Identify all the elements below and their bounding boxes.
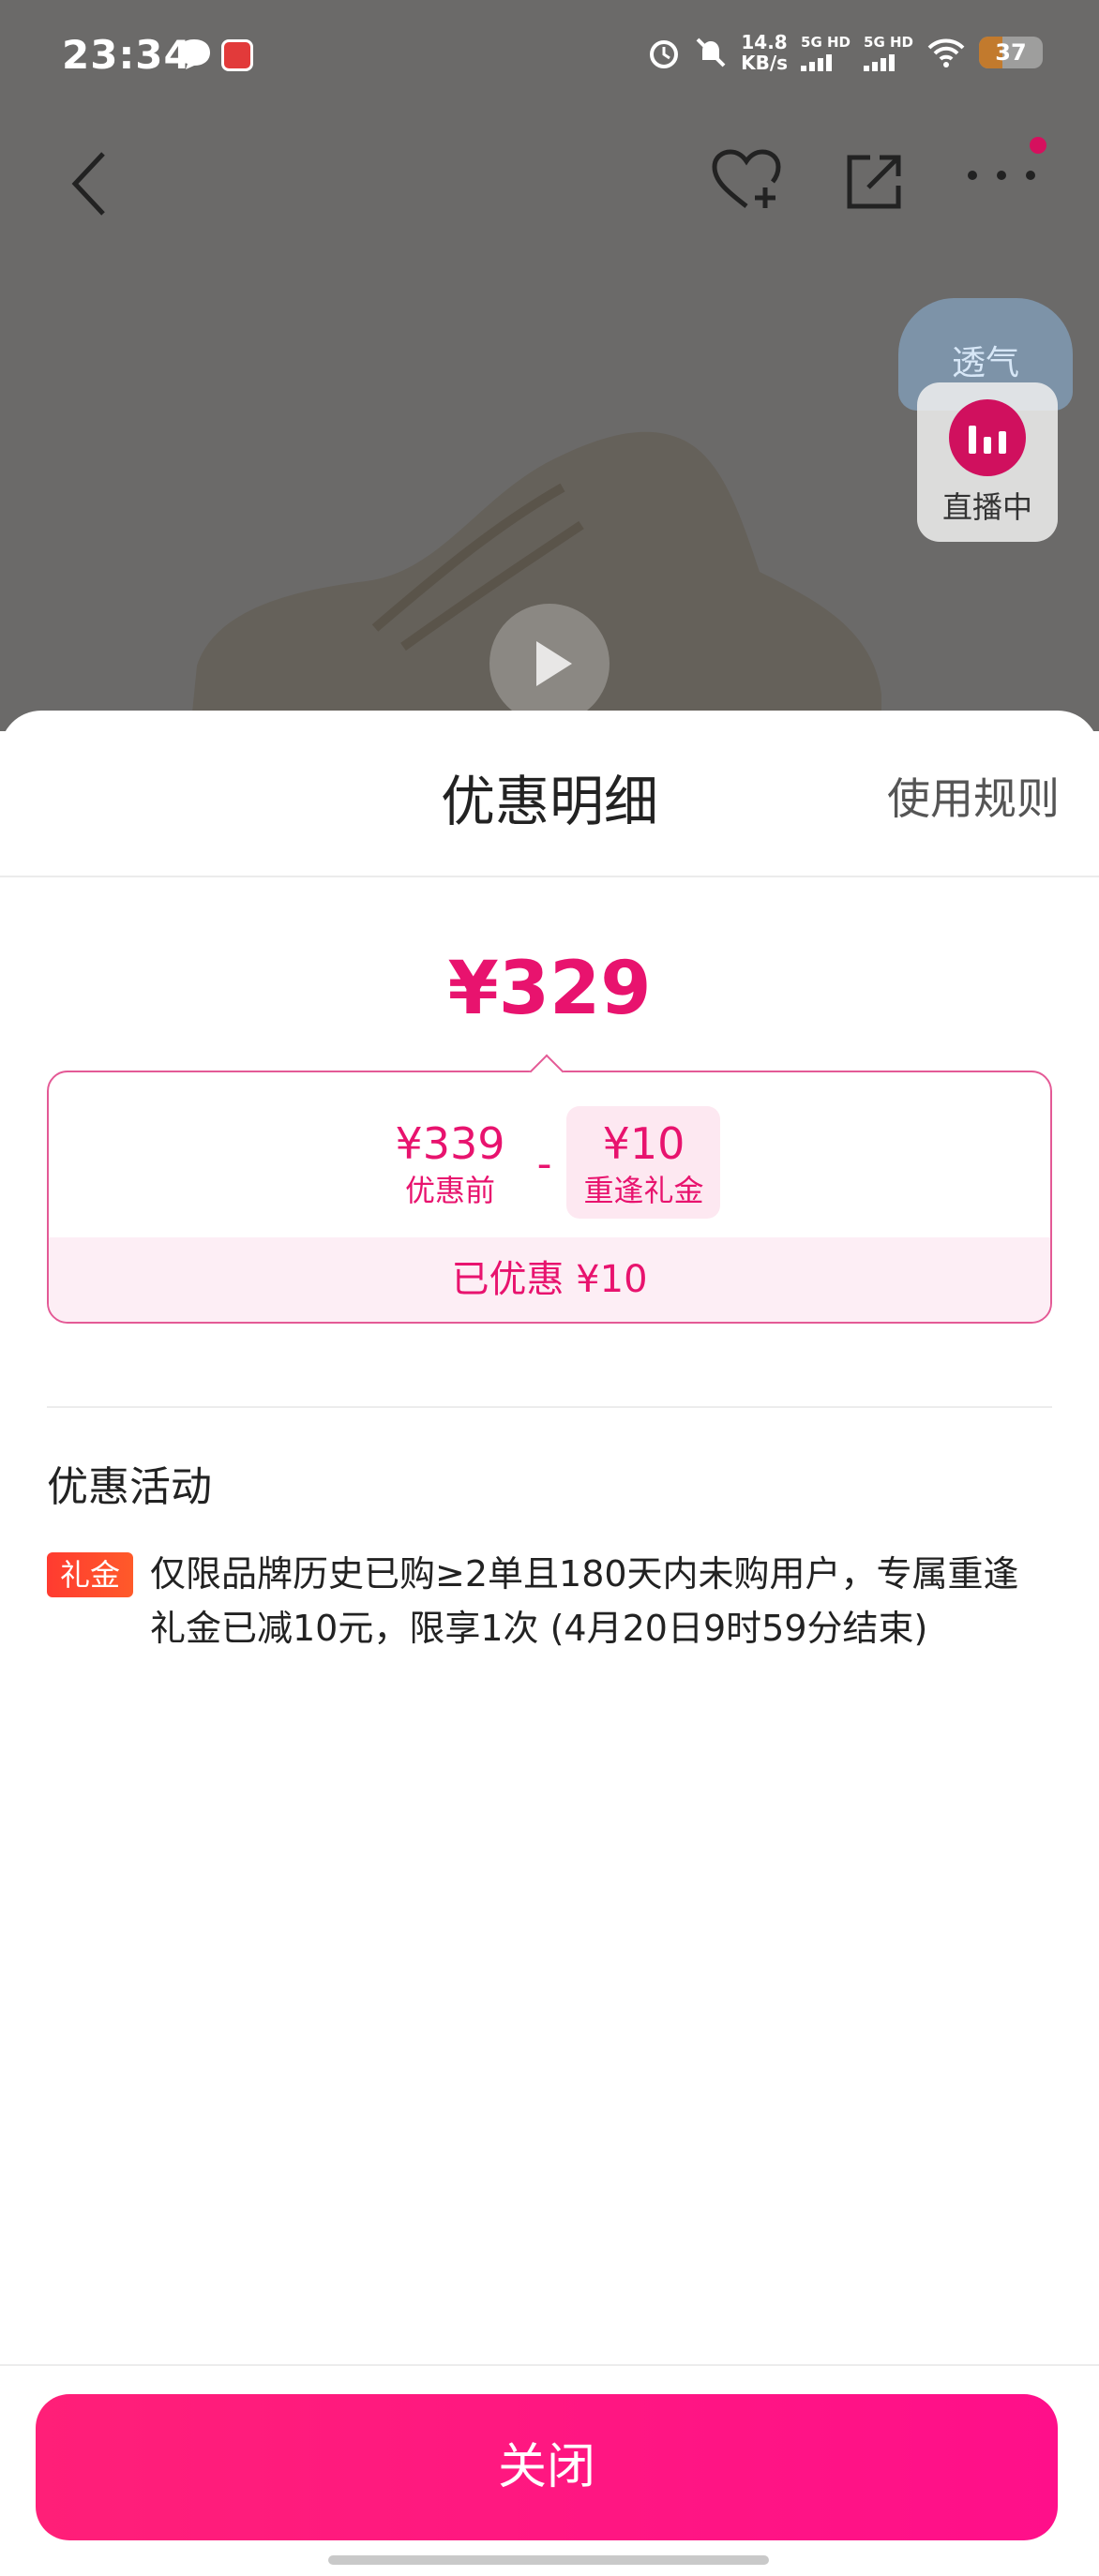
chat-bubble-icon (178, 39, 210, 69)
discount-detail-sheet: 优惠明细 使用规则 ¥329 ¥339 优惠前 - ¥10 重逢礼金 已优惠 ¥… (0, 711, 1099, 2576)
gift-money-tag: 礼金 (47, 1552, 133, 1597)
saved-amount: 已优惠 ¥10 (49, 1237, 1050, 1322)
home-indicator[interactable] (328, 2555, 769, 2565)
discount-label: 重逢礼金 (583, 1173, 704, 1208)
discount-value: ¥10 (602, 1118, 685, 1169)
activity-item: 礼金 仅限品牌历史已购≥2单且180天内未购用户，专属重逢礼金已减10元，限享1… (47, 1547, 1041, 1655)
minus-sign: - (536, 1140, 552, 1188)
price-breakdown-card: ¥339 优惠前 - ¥10 重逢礼金 已优惠 ¥10 (47, 1054, 1052, 1324)
close-button[interactable]: 关闭 (36, 2394, 1058, 2540)
signal-sim1: 5G HD (801, 34, 851, 71)
app-notification-icon (221, 39, 253, 71)
wifi-icon (927, 38, 965, 67)
section-divider (47, 1406, 1052, 1408)
mute-icon (696, 37, 726, 67)
activity-description: 仅限品牌历史已购≥2单且180天内未购用户，专属重逢礼金已减10元，限享1次 (… (150, 1553, 1019, 1649)
sheet-footer: 关闭 (0, 2364, 1099, 2576)
original-price-item: ¥339 优惠前 (379, 1106, 522, 1219)
live-bars-icon (949, 399, 1026, 476)
sheet-header: 优惠明细 使用规则 (0, 711, 1099, 877)
live-stream-button[interactable]: 直播中 (917, 382, 1058, 542)
final-price: ¥329 (447, 947, 652, 1031)
status-time: 23:34 (62, 32, 192, 78)
network-speed: 14.8 KB/s (741, 31, 789, 74)
discount-item: ¥10 重逢礼金 (566, 1106, 721, 1219)
video-play-icon[interactable] (489, 604, 610, 724)
live-label: 直播中 (941, 489, 1032, 525)
back-arrow-icon[interactable] (69, 150, 111, 217)
share-icon[interactable] (844, 152, 904, 212)
favorite-add-icon[interactable] (711, 148, 782, 212)
price-calculation: ¥339 优惠前 - ¥10 重逢礼金 (49, 1106, 1050, 1219)
signal-sim2: 5G HD (864, 34, 913, 71)
activities-title: 优惠活动 (47, 1463, 212, 1511)
original-price-label: 优惠前 (405, 1173, 496, 1208)
usage-rules-link[interactable]: 使用规则 (887, 765, 1060, 827)
status-bar: 23:34 14.8 KB/s 5G HD 5G HD 37 (0, 0, 1099, 112)
alarm-icon (650, 40, 679, 68)
original-price-value: ¥339 (395, 1118, 505, 1169)
more-options-icon[interactable] (966, 169, 1037, 182)
notification-dot (1030, 137, 1046, 154)
battery-icon: 37 (979, 37, 1043, 68)
